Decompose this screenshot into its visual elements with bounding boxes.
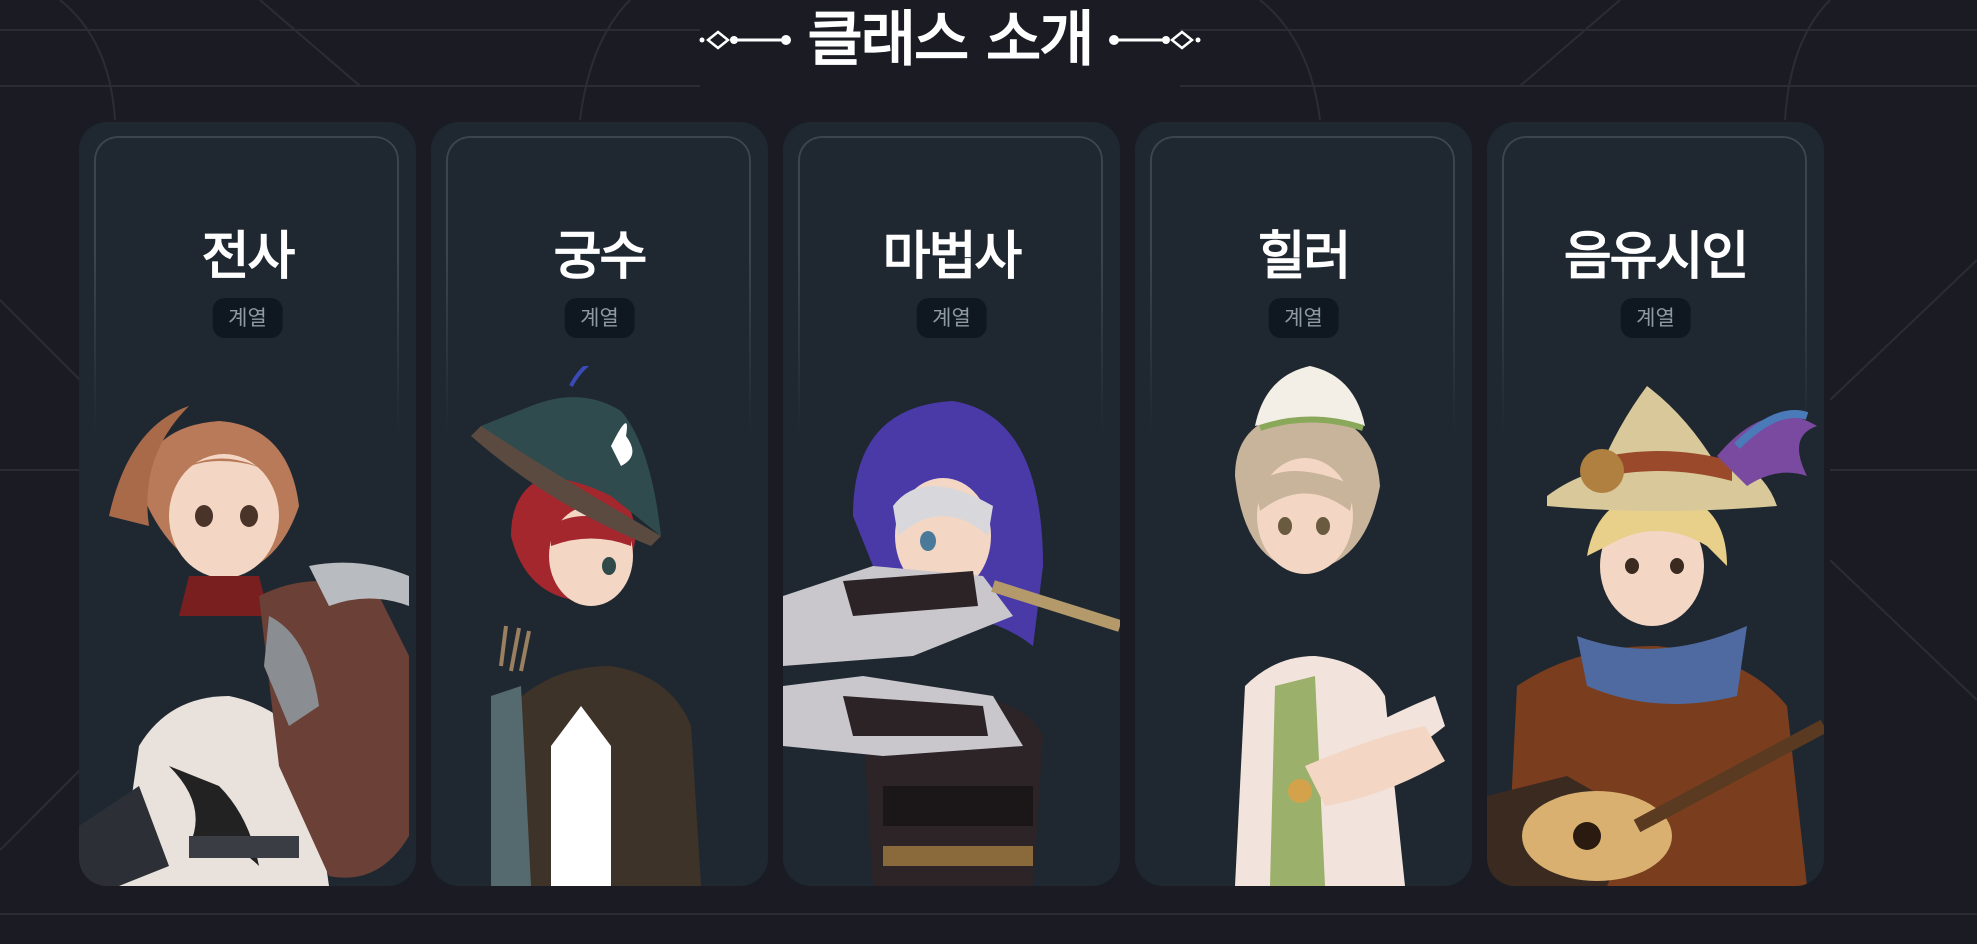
class-card-archer[interactable]: 궁수 계열 (431, 122, 768, 886)
class-card-healer[interactable]: 힐러 계열 (1135, 122, 1472, 886)
class-card-warrior[interactable]: 전사 계열 (79, 122, 416, 886)
left-ornament-icon (699, 30, 791, 50)
class-card-bard[interactable]: 음유시인 계열 (1487, 122, 1824, 886)
mage-portrait (783, 401, 1120, 886)
class-tag: 계열 (1620, 298, 1691, 338)
archer-portrait (471, 366, 701, 886)
class-tag: 계열 (212, 298, 283, 338)
class-card-list: 전사 계열 궁수 계열 마법사 계열 힐러 계열 음유시인 계열 (79, 122, 1824, 886)
class-name: 마법사 (882, 227, 1023, 287)
class-name: 음유시인 (1563, 227, 1749, 287)
class-intro-page: 클래스 소개 전사 계열 궁수 계열 마법사 계열 힐러 계열 음유시인 계열 (0, 0, 1977, 944)
right-ornament-icon (1109, 30, 1201, 50)
class-name: 궁수 (553, 227, 648, 287)
healer-portrait (1235, 366, 1445, 886)
warrior-portrait (79, 406, 409, 886)
class-name: 전사 (201, 227, 296, 287)
class-tag: 계열 (564, 298, 635, 338)
class-card-mage[interactable]: 마법사 계열 (783, 122, 1120, 886)
section-title: 클래스 소개 (807, 5, 1095, 75)
class-tag: 계열 (916, 298, 987, 338)
class-tag: 계열 (1268, 298, 1339, 338)
class-name: 힐러 (1257, 227, 1352, 287)
section-header: 클래스 소개 (0, 0, 1900, 80)
bard-portrait (1487, 386, 1824, 886)
